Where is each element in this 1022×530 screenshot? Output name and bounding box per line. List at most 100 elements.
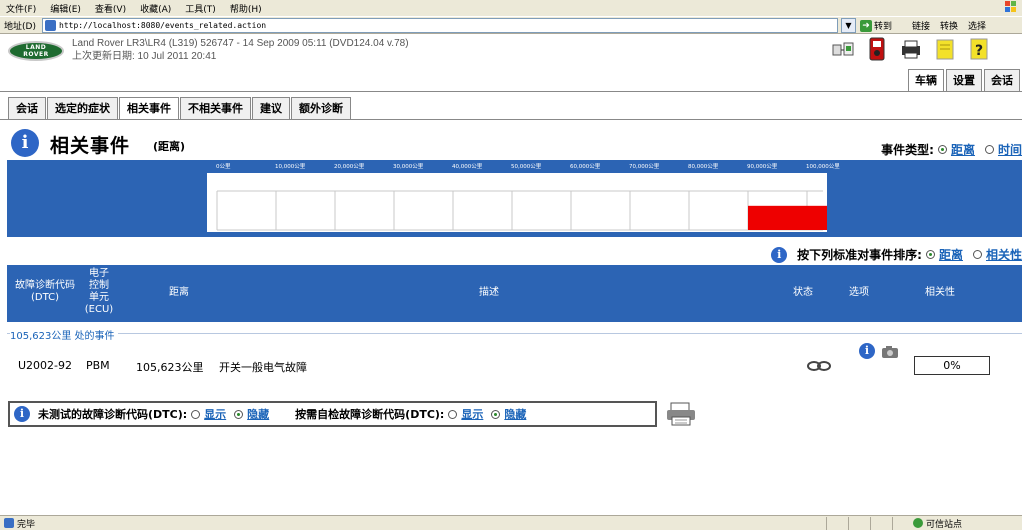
selftest-dtc-label: 按需自检故障诊断代码(DTC): — [295, 408, 445, 421]
sort-label: 按下列标准对事件排序: — [797, 248, 922, 262]
chart-tick-label: 50,000公里 — [511, 164, 542, 170]
header-ecu-line4: (ECU) — [84, 304, 114, 315]
header-dtc[interactable]: 故障诊断代码 (DTC) — [7, 280, 83, 304]
sort-relevance-radio[interactable] — [972, 250, 982, 259]
tab-extra-diagnostics[interactable]: 额外诊断 — [291, 97, 351, 119]
chart-tick-label: 100,000公里 — [806, 164, 840, 170]
untested-hide-radio[interactable] — [234, 409, 244, 419]
menu-view[interactable]: 查看(V) — [95, 2, 126, 15]
untested-dtc-label: 未测试的故障诊断代码(DTC): — [38, 408, 188, 421]
address-dropdown-button[interactable]: ▼ — [841, 18, 856, 33]
row-info-icon[interactable]: i — [859, 343, 875, 359]
header-dtc-line1: 故障诊断代码 — [15, 280, 75, 291]
links-button[interactable]: 链接 — [912, 19, 930, 32]
sort-distance-radio[interactable] — [925, 250, 935, 259]
group-divider — [7, 333, 1022, 334]
header-divider — [0, 91, 1022, 92]
table-header: 故障诊断代码 (DTC) 电子 控制 单元 (ECU) 距离 描述 状态 选项 … — [7, 265, 1022, 322]
menu-bar: 文件(F) 编辑(E) 查看(V) 收藏(A) 工具(T) 帮助(H) — [0, 0, 1022, 16]
address-input[interactable]: http://localhost:8080/events_related.act… — [42, 18, 838, 33]
selftest-hide-radio[interactable] — [491, 409, 501, 419]
row-ecu: PBM — [86, 359, 110, 372]
event-type-time-link[interactable]: 时间 — [998, 141, 1022, 158]
tabs-divider — [0, 119, 1022, 120]
row-options: i — [859, 343, 899, 359]
svg-text:?: ? — [975, 43, 983, 59]
row-relevance: 0% — [914, 356, 990, 375]
chart-event-bar[interactable] — [748, 205, 827, 230]
page-icon — [45, 20, 56, 31]
header-ecu[interactable]: 电子 控制 单元 (ECU) — [83, 268, 115, 316]
untested-show-radio[interactable] — [191, 409, 201, 419]
status-left: 完毕 — [17, 519, 36, 530]
convert-button[interactable]: 转换 — [940, 19, 958, 32]
header-ecu-line3: 单元 — [89, 292, 109, 303]
menu-tools[interactable]: 工具(T) — [185, 2, 216, 15]
chart-tick-label: 0公里 — [216, 164, 231, 170]
untested-hide-link[interactable]: 隐藏 — [247, 406, 269, 422]
selftest-hide-link[interactable]: 隐藏 — [504, 406, 526, 422]
header-distance[interactable]: 距离 — [157, 287, 201, 299]
select-button[interactable]: 选择 — [968, 19, 986, 32]
header-status[interactable]: 状态 — [781, 287, 825, 299]
vehicle-line: Land Rover LR3\LR4 (L319) 526747 - 14 Se… — [72, 38, 409, 49]
menu-file[interactable]: 文件(F) — [6, 2, 36, 15]
address-url: http://localhost:8080/events_related.act… — [59, 21, 267, 30]
header-relevance[interactable]: 相关性 — [912, 287, 968, 299]
tab-settings[interactable]: 设置 — [946, 69, 982, 91]
options-info-icon[interactable]: i — [14, 406, 30, 422]
chart-tick-label: 20,000公里 — [334, 164, 365, 170]
tab-recommendations[interactable]: 建议 — [252, 97, 290, 119]
go-label: 转到 — [874, 22, 893, 32]
event-timeline-band: 0公里 10,000公里 20,000公里 30,000公里 40,000公里 50,00… — [7, 160, 1022, 237]
sort-info-icon[interactable]: i — [771, 246, 788, 263]
status-segment — [892, 517, 893, 530]
header-dtc-line2: (DTC) — [30, 292, 59, 303]
event-timeline-chart — [207, 173, 827, 232]
camera-icon[interactable] — [881, 345, 899, 359]
address-bar: 地址(D) http://localhost:8080/events_relat… — [0, 16, 1022, 34]
tab-selected-symptoms[interactable]: 选定的症状 — [47, 97, 118, 119]
event-type-distance-link[interactable]: 距离 — [951, 141, 975, 158]
event-type-selector: 事件类型: 距离 时间 — [881, 141, 1022, 158]
address-label: 地址(D) — [4, 21, 36, 32]
go-arrow-icon: ➜ — [860, 19, 872, 32]
printer-tool-icon[interactable] — [900, 36, 922, 62]
menu-favorites[interactable]: 收藏(A) — [140, 2, 171, 15]
chart-tick-label: 80,000公里 — [688, 164, 719, 170]
vci-device-icon[interactable] — [866, 36, 888, 62]
help-icon[interactable]: ? — [968, 36, 990, 62]
tab-unrelated-events[interactable]: 不相关事件 — [180, 97, 251, 119]
selftest-show-radio[interactable] — [448, 409, 458, 419]
logo-text-bottom: ROVER — [23, 51, 49, 58]
event-type-label: 事件类型: — [881, 143, 934, 157]
page-subtitle: (距离) — [153, 140, 186, 153]
menu-help[interactable]: 帮助(H) — [230, 2, 262, 15]
sort-distance-link[interactable]: 距离 — [939, 246, 963, 263]
tab-session-top[interactable]: 会话 — [984, 69, 1020, 91]
windows-flag-icon — [1005, 1, 1016, 12]
menu-edit[interactable]: 编辑(E) — [50, 2, 81, 15]
trusted-site-icon — [912, 518, 923, 528]
chart-tick-label: 40,000公里 — [452, 164, 483, 170]
chart-axis-labels: 0公里 10,000公里 20,000公里 30,000公里 40,000公里 50,00… — [208, 162, 840, 173]
tab-session[interactable]: 会话 — [8, 97, 46, 119]
header-ecu-line2: 控制 — [89, 280, 109, 291]
event-type-time-radio[interactable] — [984, 145, 994, 154]
print-icon[interactable] — [665, 401, 697, 427]
chart-tick-label: 60,000公里 — [570, 164, 601, 170]
notes-icon[interactable] — [934, 36, 956, 62]
network-connect-icon[interactable] — [832, 36, 854, 62]
tab-related-events[interactable]: 相关事件 — [119, 97, 179, 119]
row-dtc: U2002-92 — [18, 359, 73, 372]
go-button[interactable]: ➜ 转到 — [860, 19, 892, 32]
tab-vehicle[interactable]: 车辆 — [908, 69, 944, 91]
toolbar-links: 链接 转换 选择 — [912, 19, 986, 32]
chart-tick-label: 10,000公里 — [275, 164, 306, 170]
sort-relevance-link[interactable]: 相关性 — [986, 246, 1022, 263]
selftest-show-link[interactable]: 显示 — [461, 406, 483, 422]
event-type-distance-radio[interactable] — [937, 145, 947, 154]
header-description[interactable]: 描述 — [467, 287, 511, 299]
status-bar: 完毕 可信站点 — [0, 515, 1022, 530]
untested-show-link[interactable]: 显示 — [204, 406, 226, 422]
